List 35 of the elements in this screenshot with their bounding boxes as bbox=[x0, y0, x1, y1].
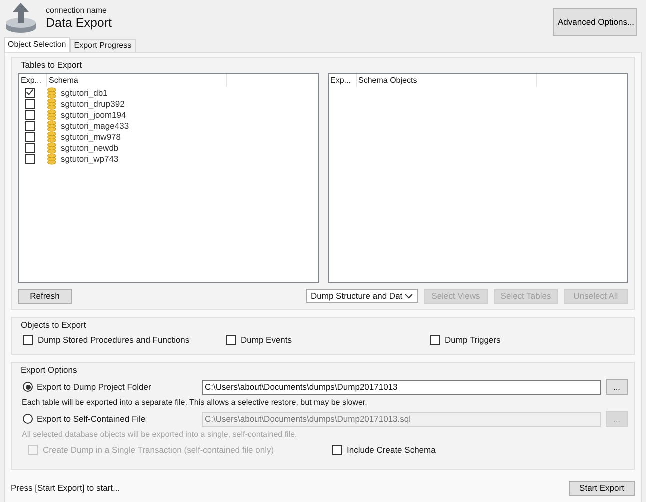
checkbox-label: Dump Events bbox=[241, 335, 292, 345]
description-text: Each table will be exported into a separate file. This allows a selective restore, but may be slower. bbox=[22, 398, 368, 407]
tab[interactable]: Export Progress bbox=[70, 39, 136, 52]
schema-name[interactable]: sgtutori_mw978 bbox=[61, 132, 122, 142]
tab[interactable]: Object Selection bbox=[4, 37, 70, 52]
description-text: All selected database objects will be exported into a single, self-contained file. bbox=[22, 430, 298, 439]
status-text: Press [Start Export] to start... bbox=[11, 483, 120, 493]
column-header[interactable]: Schema bbox=[47, 74, 227, 87]
radio-label: Export to Dump Project Folder bbox=[37, 382, 152, 392]
column-header[interactable]: Schema Objects bbox=[356, 74, 536, 87]
start-export-button[interactable]: Start Export bbox=[569, 480, 635, 496]
dump-type-dropdown[interactable]: Dump Structure and Dat bbox=[306, 289, 418, 303]
group-title: Export Options bbox=[21, 365, 78, 375]
schema-name[interactable]: sgtutori_newdb bbox=[61, 142, 119, 152]
connection-name: connection name bbox=[46, 6, 108, 15]
radio-label: Export to Self-Contained File bbox=[37, 414, 146, 424]
group-title: Tables to Export bbox=[21, 60, 83, 70]
schema-name[interactable]: sgtutori_joom194 bbox=[61, 110, 126, 120]
schema-name[interactable]: sgtutori_mage433 bbox=[61, 120, 130, 130]
column-header[interactable]: Exp... bbox=[328, 74, 356, 87]
checkbox-label: Dump Stored Procedures and Functions bbox=[38, 335, 190, 345]
group-title: Objects to Export bbox=[21, 320, 88, 330]
schema-name[interactable]: sgtutori_wp743 bbox=[61, 154, 119, 164]
path-field[interactable]: C:\Users\about\Documents\dumps\Dump20171013 bbox=[202, 380, 601, 394]
path-field[interactable]: C:\Users\about\Documents\dumps\Dump20171013.sql bbox=[202, 412, 601, 426]
schema-name[interactable]: sgtutori_drup392 bbox=[61, 98, 125, 108]
checkbox-label: Include Create Schema bbox=[347, 445, 436, 455]
advanced-options-button[interactable]: Advanced Options... bbox=[553, 8, 637, 36]
schema-name[interactable]: sgtutori_db1 bbox=[61, 88, 108, 98]
refresh-button[interactable]: Refresh bbox=[18, 288, 72, 304]
page-title: Data Export bbox=[46, 16, 114, 30]
browse-button[interactable]: ... bbox=[606, 379, 628, 395]
column-header[interactable]: Exp... bbox=[19, 74, 47, 87]
checkbox-label: Dump Triggers bbox=[445, 335, 501, 345]
checkbox-label: Create Dump in a Single Transaction (self-contained file only) bbox=[43, 445, 274, 455]
